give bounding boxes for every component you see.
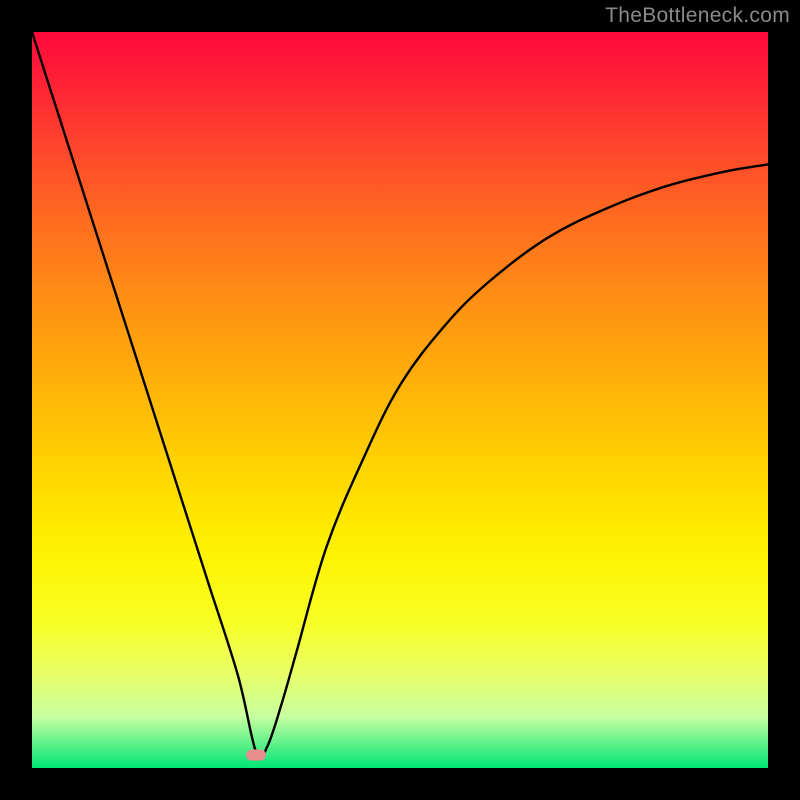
minimum-marker (246, 749, 266, 760)
chart-frame: TheBottleneck.com (0, 0, 800, 800)
curve-path (32, 32, 768, 759)
watermark-label: TheBottleneck.com (605, 4, 790, 28)
plot-area (32, 32, 768, 768)
curve-layer (32, 32, 768, 768)
